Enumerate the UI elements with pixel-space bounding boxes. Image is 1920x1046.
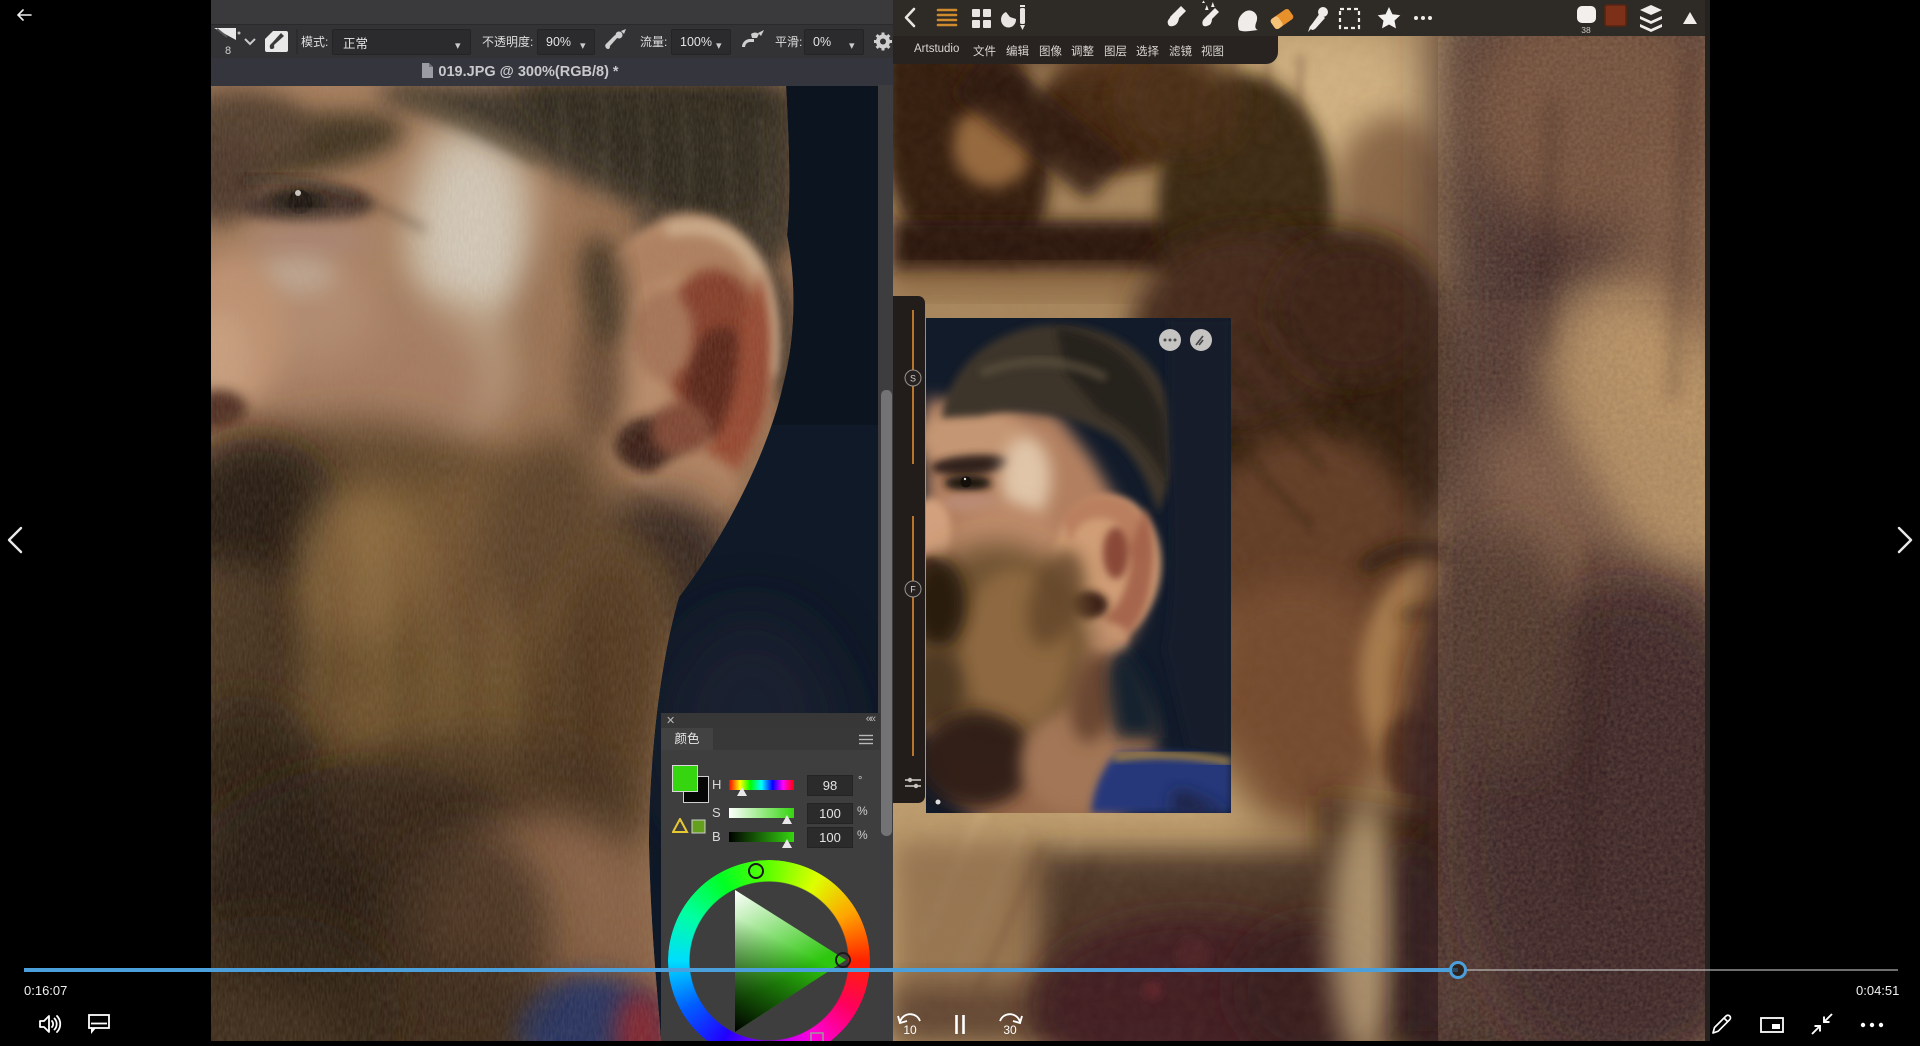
svg-text:F: F bbox=[910, 585, 916, 595]
svg-text:S: S bbox=[910, 374, 916, 384]
svg-text:30: 30 bbox=[1003, 1023, 1017, 1036]
svg-text:8: 8 bbox=[225, 45, 231, 57]
svg-text:38: 38 bbox=[1581, 25, 1591, 35]
svg-text:10: 10 bbox=[903, 1023, 917, 1036]
